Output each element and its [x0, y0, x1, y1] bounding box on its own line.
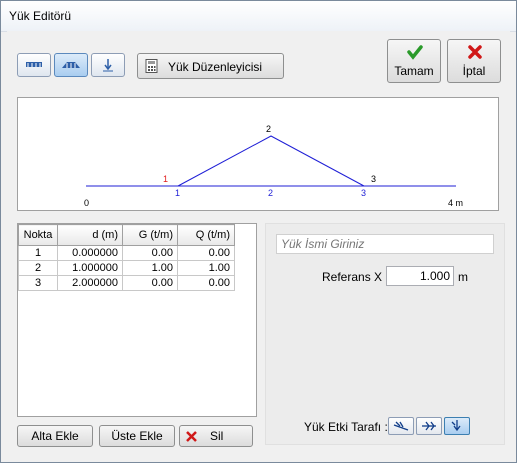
load-profile-line — [177, 135, 365, 187]
load-properties-panel: Referans X : m Yük Etki Tarafı : — [265, 223, 505, 445]
reference-x-label: Referans X : — [322, 270, 389, 284]
table-row[interactable]: 1 0.000000 0.00 0.00 — [18, 245, 235, 261]
cell-live-load[interactable]: 0.00 — [177, 275, 235, 291]
cell-point[interactable]: 3 — [18, 275, 58, 291]
column-header-point[interactable]: Nokta — [18, 224, 58, 246]
load-diagram: 0 4 m 1 2 3 1 2 3 — [17, 97, 499, 211]
side-top-icon — [393, 421, 409, 431]
reference-x-unit: m — [458, 270, 468, 284]
load-side-top-button[interactable] — [388, 417, 414, 435]
add-above-button[interactable]: Üste Ekle — [99, 425, 175, 447]
close-icon — [468, 45, 482, 59]
vertex-label-2: 2 — [266, 124, 271, 134]
calculator-icon — [145, 59, 158, 73]
table-header-row: Nokta d (m) G (t/m) Q (t/m) — [18, 224, 235, 246]
view-mode-distributed-button[interactable] — [17, 53, 51, 77]
window-title: Yük Editörü — [9, 9, 72, 23]
cell-distance[interactable]: 1.000000 — [57, 260, 123, 276]
vertex-label-3: 3 — [371, 174, 376, 184]
side-bottom-icon — [422, 421, 436, 431]
segment-label-2: 2 — [268, 188, 273, 198]
load-editor-window: Yük Editörü Yük Düzenleyicisi Tamam İpta… — [0, 0, 517, 463]
delete-button[interactable]: Sil — [179, 425, 253, 447]
point-load-icon — [103, 59, 113, 72]
points-table: Nokta d (m) G (t/m) Q (t/m) 1 0.000000 0… — [18, 224, 235, 291]
cell-point[interactable]: 2 — [18, 260, 58, 276]
cell-point[interactable]: 1 — [18, 245, 58, 261]
segment-label-3: 3 — [361, 188, 366, 198]
column-header-live-load[interactable]: Q (t/m) — [177, 224, 235, 246]
axis-start-label: 0 — [84, 198, 89, 208]
load-name-input[interactable] — [276, 234, 494, 254]
load-side-vertical-button[interactable] — [444, 417, 470, 435]
table-row[interactable]: 2 1.000000 1.00 1.00 — [18, 260, 235, 276]
check-icon — [407, 45, 423, 60]
delete-icon — [186, 431, 197, 442]
load-side-label: Yük Etki Tarafı : — [304, 420, 388, 434]
cell-distance[interactable]: 0.000000 — [57, 245, 123, 261]
reference-x-input[interactable] — [386, 266, 454, 286]
view-mode-point-button[interactable] — [91, 53, 125, 77]
trapezoid-load-icon — [62, 62, 80, 68]
load-editor-button[interactable]: Yük Düzenleyicisi — [137, 53, 284, 79]
cell-distance[interactable]: 2.000000 — [57, 275, 123, 291]
column-header-dead-load[interactable]: G (t/m) — [122, 224, 178, 246]
ok-button[interactable]: Tamam — [387, 39, 441, 83]
title-bar: Yük Editörü — [1, 1, 516, 32]
load-side-bottom-button[interactable] — [416, 417, 442, 435]
add-below-label: Alta Ekle — [31, 429, 79, 443]
ok-label: Tamam — [394, 64, 434, 78]
delete-label: Sil — [210, 429, 224, 443]
cancel-button[interactable]: İptal — [447, 39, 501, 83]
cell-live-load[interactable]: 0.00 — [177, 245, 235, 261]
cancel-label: İptal — [462, 64, 486, 78]
side-vertical-icon — [451, 420, 461, 432]
axis-end-label: 4 m — [448, 198, 463, 208]
distributed-load-icon — [26, 62, 42, 67]
add-above-label: Üste Ekle — [111, 429, 163, 443]
load-points-table: Nokta d (m) G (t/m) Q (t/m) 1 0.000000 0… — [17, 223, 257, 417]
add-below-button[interactable]: Alta Ekle — [17, 425, 93, 447]
cell-dead-load[interactable]: 1.00 — [122, 260, 178, 276]
table-row[interactable]: 3 2.000000 0.00 0.00 — [18, 275, 235, 291]
cell-dead-load[interactable]: 0.00 — [122, 245, 178, 261]
load-diagram-svg: 0 4 m 1 2 3 1 2 3 — [84, 124, 463, 208]
column-header-distance[interactable]: d (m) — [57, 224, 123, 246]
segment-label-1: 1 — [175, 188, 180, 198]
view-mode-trapezoid-button[interactable] — [54, 53, 88, 77]
red-point-label: 1 — [163, 174, 168, 184]
cell-live-load[interactable]: 1.00 — [177, 260, 235, 276]
cell-dead-load[interactable]: 0.00 — [122, 275, 178, 291]
dialog-body: Yük Düzenleyicisi Tamam İptal 0 4 m 1 2 — [7, 31, 510, 456]
load-editor-label: Yük Düzenleyicisi — [168, 60, 263, 74]
